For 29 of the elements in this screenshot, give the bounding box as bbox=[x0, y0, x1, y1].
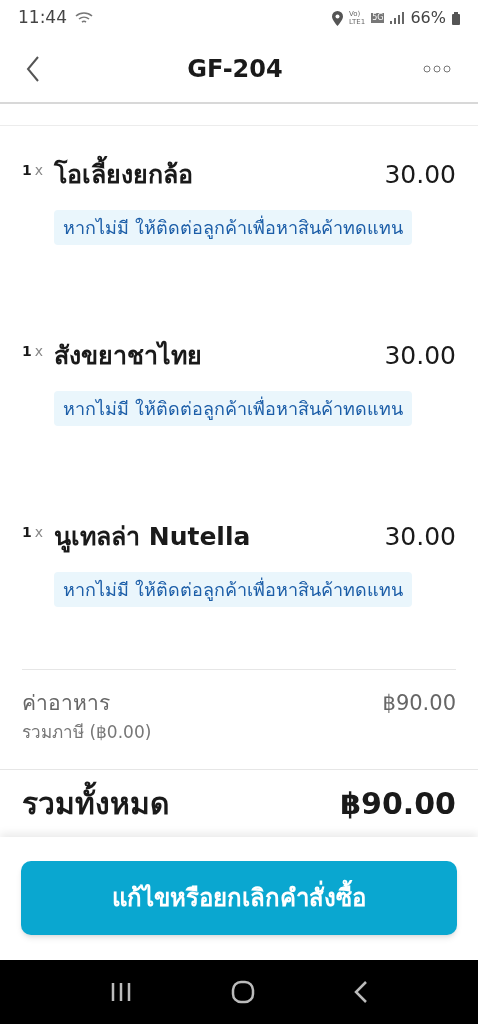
item-note: หากไม่มี ให้ติดต่อลูกค้าเพื่อหาสินค้าทดแทน bbox=[54, 209, 412, 245]
tax-label: รวมภาษี (฿0.00) bbox=[22, 720, 152, 744]
item-name: สังขยาชาไทย bbox=[54, 339, 202, 372]
signal-icon bbox=[390, 12, 405, 24]
home-icon[interactable] bbox=[231, 980, 255, 1004]
wifi-icon bbox=[75, 11, 93, 25]
battery-percent: 66% bbox=[410, 7, 446, 29]
fee-amount: ฿90.00 bbox=[382, 690, 456, 717]
item-price: 30.00 bbox=[384, 340, 456, 372]
network-type: 5G bbox=[371, 13, 385, 23]
edit-cancel-order-button[interactable]: แก้ไขหรือยกเลิกคำสั่งซื้อ bbox=[21, 861, 457, 935]
item-quantity: 1 x bbox=[22, 161, 45, 180]
item-name: นูเทลล่า Nutella bbox=[54, 521, 251, 555]
recent-apps-icon[interactable] bbox=[109, 982, 132, 1002]
battery-icon bbox=[452, 11, 460, 25]
page-title: GF-204 bbox=[187, 54, 283, 85]
item-quantity: 1 x bbox=[22, 523, 45, 542]
total-label: รวมทั้งหมด bbox=[22, 781, 169, 826]
item-price: 30.00 bbox=[384, 159, 456, 191]
item-note: หากไม่มี ให้ติดต่อลูกค้าเพื่อหาสินค้าทดแทน bbox=[54, 571, 412, 607]
item-note: หากไม่มี ให้ติดต่อลูกค้าเพื่อหาสินค้าทดแทน bbox=[54, 390, 412, 426]
item-price: 30.00 bbox=[384, 521, 456, 553]
total-amount: ฿90.00 bbox=[340, 785, 456, 823]
fee-label: ค่าอาหาร bbox=[22, 690, 111, 717]
status-time: 11:44 bbox=[18, 6, 67, 30]
item-quantity: 1 x bbox=[22, 342, 45, 361]
item-name: โอเลี้ยงยกล้อ bbox=[54, 156, 193, 194]
back-icon[interactable] bbox=[354, 981, 369, 1003]
location-icon bbox=[332, 10, 344, 26]
